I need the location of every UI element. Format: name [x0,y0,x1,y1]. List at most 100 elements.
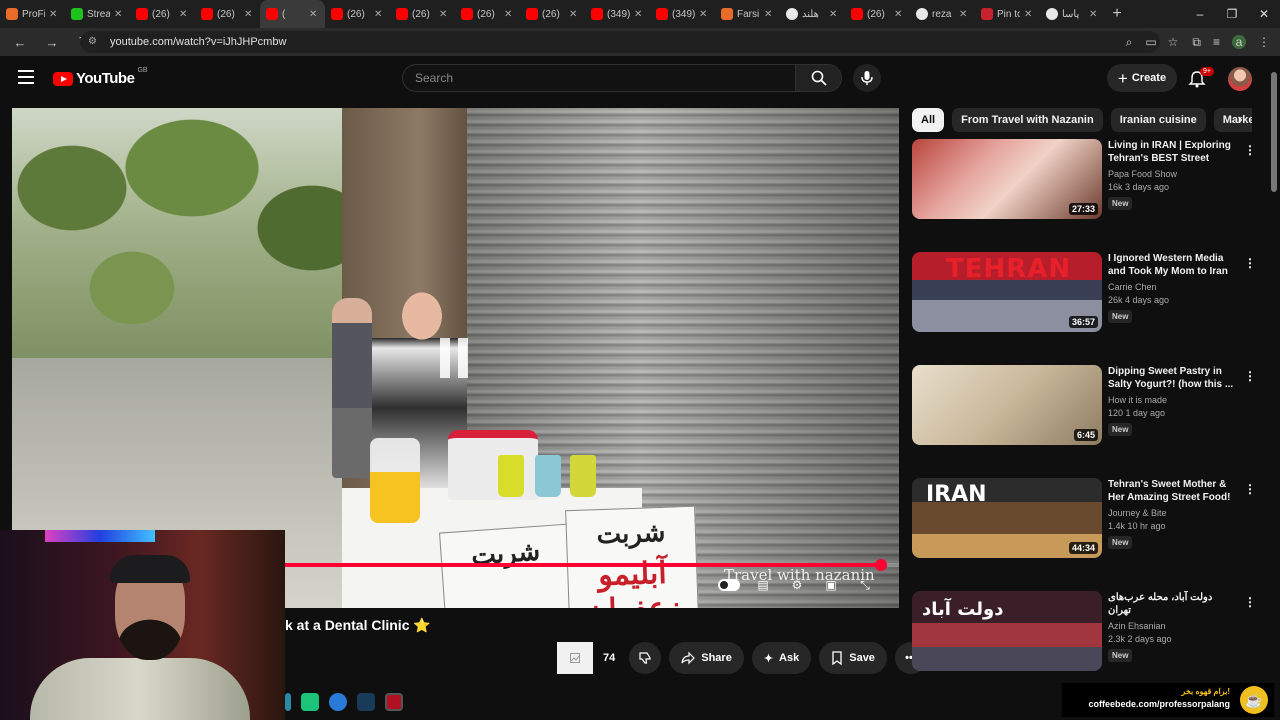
filter-chip[interactable]: Iranian cuisine [1110,108,1206,132]
channel-name[interactable]: Carrie Chen [1108,282,1238,292]
minimize-icon[interactable]: – [1184,0,1216,28]
channel-name[interactable]: Papa Food Show [1108,169,1238,179]
channel-name[interactable]: Azin Ehsanian [1108,621,1238,631]
taskbar-app-icon[interactable] [301,693,319,711]
close-tab-icon[interactable]: ✕ [764,9,774,20]
close-tab-icon[interactable]: ✕ [309,9,319,20]
search-button[interactable] [795,64,842,92]
site-info-icon[interactable]: ⚙ [88,36,100,48]
close-tab-icon[interactable]: ✕ [179,9,189,20]
browser-tab[interactable]: هلند ✕ [780,0,845,28]
zoom-icon[interactable]: ⌕ [1122,35,1136,50]
bookmark-star-icon[interactable]: ☆ [1166,35,1180,49]
close-tab-icon[interactable]: ✕ [894,9,904,20]
taskbar-steam-icon[interactable] [357,693,375,711]
browser-tab[interactable]: (26) ✕ [325,0,390,28]
close-tab-icon[interactable]: ✕ [374,9,384,20]
browser-tab[interactable]: (26) ✕ [520,0,585,28]
taskbar-app-icon[interactable] [285,693,291,711]
video-thumbnail[interactable]: 27:33 [912,139,1102,219]
browser-tab[interactable]: (✕ [260,0,325,28]
back-icon[interactable]: ← [8,35,32,50]
close-tab-icon[interactable]: ✕ [439,9,449,20]
account-avatar[interactable] [1228,67,1252,91]
subtitles-icon[interactable]: ▤ [752,576,774,594]
profile-icon[interactable]: a [1232,35,1246,49]
taskbar-browser-icon[interactable] [329,693,347,711]
new-tab-icon[interactable]: + [1105,5,1129,23]
close-tab-icon[interactable]: ✕ [829,9,839,20]
channel-name[interactable]: How it is made [1108,395,1238,405]
channel-name[interactable]: Journey & Bite [1108,508,1238,518]
close-tab-icon[interactable]: ✕ [569,9,579,20]
extensions-icon[interactable]: ⧉ [1192,35,1201,50]
taskbar-app-icon[interactable] [385,693,403,711]
close-tab-icon[interactable]: ✕ [699,9,709,20]
browser-tab[interactable]: (349) ✕ [650,0,715,28]
guide-menu-icon[interactable] [18,70,34,84]
url-field[interactable]: ⚙ youtube.com/watch?v=iJhJHPcmbw [80,31,1160,53]
browser-tab[interactable]: Strea ✕ [65,0,130,28]
recommended-video[interactable]: IRAN 44:34 Tehran's Sweet Mother & Her Ama… [912,478,1262,591]
video-title[interactable]: دولت آباد، محله عرب‌های تهران [1108,591,1238,617]
close-tab-icon[interactable]: ✕ [959,9,969,20]
close-tab-icon[interactable]: ✕ [1089,9,1099,20]
close-tab-icon[interactable]: ✕ [1024,9,1034,20]
video-title[interactable]: Dipping Sweet Pastry in Salty Yogurt?! (… [1108,365,1238,391]
browser-tab[interactable]: (26) ✕ [195,0,260,28]
close-tab-icon[interactable]: ✕ [634,9,644,20]
more-vertical-icon[interactable]: ⋮ [1244,595,1256,609]
autoplay-toggle[interactable] [718,576,740,594]
close-tab-icon[interactable]: ✕ [49,9,59,20]
browser-tab[interactable]: Pin to ✕ [975,0,1040,28]
search-input[interactable] [402,64,795,92]
video-thumbnail[interactable]: TEHRAN 36:57 [912,252,1102,332]
ask-button[interactable]: ✦ Ask [751,642,812,674]
browser-tab[interactable]: پاسا ✕ [1040,0,1105,28]
browser-tab[interactable]: (26) ✕ [130,0,195,28]
more-vertical-icon[interactable]: ⋮ [1244,482,1256,496]
cast-icon[interactable]: ▭ [1144,35,1158,49]
chevron-right-icon[interactable]: › [1230,110,1250,130]
like-button[interactable] [557,642,593,674]
voice-search-button[interactable] [853,64,881,92]
video-title[interactable]: Tehran's Sweet Mother & Her Amazing Stre… [1108,478,1238,504]
youtube-logo[interactable]: YouTube GB [53,67,148,87]
scrollbar-thumb[interactable] [1271,72,1277,192]
close-tab-icon[interactable]: ✕ [504,9,514,20]
browser-tab[interactable]: (349) ✕ [585,0,650,28]
create-button[interactable]: + Create [1107,64,1177,92]
dislike-button[interactable] [629,642,662,674]
restore-icon[interactable]: ❐ [1216,0,1248,28]
fullscreen-icon[interactable]: ⤡ [854,576,876,594]
recommended-video[interactable]: 27:33 Living in IRAN | Exploring Tehran's… [912,139,1262,252]
browser-tab[interactable]: (26) ✕ [455,0,520,28]
video-title[interactable]: Living in IRAN | Exploring Tehran's BEST… [1108,139,1238,165]
close-tab-icon[interactable]: ✕ [114,9,124,20]
more-vertical-icon[interactable]: ⋮ [1244,256,1256,270]
share-button[interactable]: Share [669,642,744,674]
close-window-icon[interactable]: ✕ [1248,0,1280,28]
browser-tab[interactable]: (26) ✕ [845,0,910,28]
recommended-video[interactable]: TEHRAN 36:57 I Ignored Western Media and T… [912,252,1262,365]
save-button[interactable]: Save [819,642,887,674]
more-vertical-icon[interactable]: ⋮ [1244,143,1256,157]
video-title[interactable]: I Ignored Western Media and Took My Mom … [1108,252,1238,278]
filter-chip[interactable]: All [912,108,945,132]
video-thumbnail[interactable]: 6:45 [912,365,1102,445]
settings-gear-icon[interactable]: ⚙ [786,576,808,594]
forward-icon[interactable]: → [40,35,64,50]
media-control-icon[interactable]: ≡ [1213,35,1220,49]
browser-tab[interactable]: reza ✕ [910,0,975,28]
browser-menu-icon[interactable]: ⋮ [1258,35,1270,49]
miniplayer-icon[interactable]: ▣ [820,576,842,594]
browser-tab[interactable]: Farsi ✕ [715,0,780,28]
close-tab-icon[interactable]: ✕ [244,9,254,20]
video-thumbnail[interactable]: دولت آباد [912,591,1102,671]
browser-tab[interactable]: (26) ✕ [390,0,455,28]
video-thumbnail[interactable]: IRAN 44:34 [912,478,1102,558]
filter-chip[interactable]: From Travel with Nazanin [952,108,1103,132]
browser-tab[interactable]: ProFi ✕ [0,0,65,28]
recommended-video[interactable]: 6:45 Dipping Sweet Pastry in Salty Yogurt… [912,365,1262,478]
more-vertical-icon[interactable]: ⋮ [1244,369,1256,383]
